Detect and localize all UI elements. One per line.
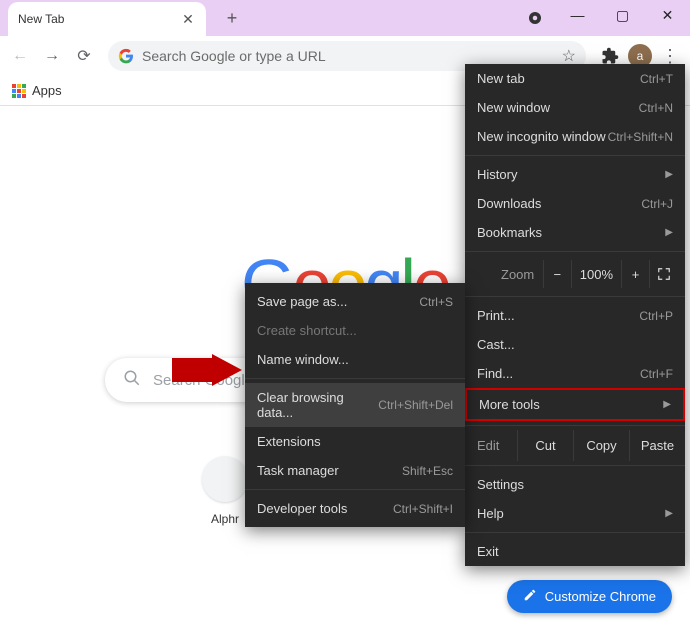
zoom-label: Zoom	[473, 267, 534, 282]
menu-edit-row: Edit Cut Copy Paste	[465, 430, 685, 461]
fullscreen-button[interactable]	[649, 260, 677, 288]
menu-zoom-row: Zoom − 100% +	[465, 256, 685, 292]
bookmark-star-icon[interactable]: ☆	[562, 46, 576, 66]
menu-separator	[465, 296, 685, 297]
menu-separator	[245, 378, 465, 379]
zoom-out-button[interactable]: −	[543, 260, 571, 288]
submenu-developer-tools[interactable]: Developer toolsCtrl+Shift+I	[245, 494, 465, 523]
menu-more-tools[interactable]: More tools▶	[465, 388, 685, 421]
window-controls: ― ▢ ✕	[555, 0, 690, 30]
submenu-task-manager[interactable]: Task managerShift+Esc	[245, 456, 465, 485]
menu-separator	[465, 251, 685, 252]
menu-new-window[interactable]: New windowCtrl+N	[465, 93, 685, 122]
edit-cut[interactable]: Cut	[517, 430, 573, 461]
google-g-icon	[118, 48, 134, 64]
reload-button[interactable]: ⟳	[70, 42, 98, 70]
pencil-icon	[523, 588, 537, 605]
submenu-save-page[interactable]: Save page as...Ctrl+S	[245, 287, 465, 316]
chevron-right-icon: ▶	[665, 227, 673, 238]
menu-separator	[465, 155, 685, 156]
submenu-create-shortcut[interactable]: Create shortcut...	[245, 316, 465, 345]
edit-paste[interactable]: Paste	[629, 430, 685, 461]
apps-label: Apps	[32, 83, 62, 98]
menu-downloads[interactable]: DownloadsCtrl+J	[465, 189, 685, 218]
profile-indicator-icon[interactable]	[525, 8, 545, 28]
omnibox-placeholder: Search Google or type a URL	[142, 48, 554, 64]
more-tools-submenu: Save page as...Ctrl+S Create shortcut...…	[245, 283, 465, 527]
annotation-arrow	[172, 354, 242, 391]
menu-exit[interactable]: Exit	[465, 537, 685, 566]
new-tab-button[interactable]: +	[220, 8, 244, 29]
menu-help[interactable]: Help▶	[465, 499, 685, 528]
menu-print[interactable]: Print...Ctrl+P	[465, 301, 685, 330]
forward-button[interactable]: →	[38, 42, 66, 70]
menu-separator	[465, 532, 685, 533]
menu-separator	[245, 489, 465, 490]
zoom-value: 100%	[571, 260, 621, 288]
menu-history[interactable]: History▶	[465, 160, 685, 189]
shortcut-favicon	[202, 456, 248, 502]
menu-find[interactable]: Find...Ctrl+F	[465, 359, 685, 388]
menu-new-incognito[interactable]: New incognito windowCtrl+Shift+N	[465, 122, 685, 151]
menu-cast[interactable]: Cast...	[465, 330, 685, 359]
chevron-right-icon: ▶	[665, 169, 673, 180]
apps-grid-icon	[12, 84, 26, 98]
edit-copy[interactable]: Copy	[573, 430, 629, 461]
zoom-in-button[interactable]: +	[621, 260, 649, 288]
titlebar: New Tab ✕ + ― ▢ ✕	[0, 0, 690, 36]
chevron-right-icon: ▶	[665, 508, 673, 519]
menu-separator	[465, 425, 685, 426]
close-window-button[interactable]: ✕	[645, 0, 690, 30]
menu-separator	[465, 465, 685, 466]
submenu-name-window[interactable]: Name window...	[245, 345, 465, 374]
customize-chrome-button[interactable]: Customize Chrome	[507, 580, 672, 613]
customize-label: Customize Chrome	[545, 589, 656, 604]
close-tab-icon[interactable]: ✕	[180, 11, 196, 27]
menu-settings[interactable]: Settings	[465, 470, 685, 499]
browser-tab[interactable]: New Tab ✕	[8, 2, 206, 36]
tab-title: New Tab	[18, 12, 180, 26]
apps-shortcut[interactable]: Apps	[12, 83, 62, 98]
search-icon	[123, 369, 141, 391]
menu-new-tab[interactable]: New tabCtrl+T	[465, 64, 685, 93]
submenu-extensions[interactable]: Extensions	[245, 427, 465, 456]
main-menu: New tabCtrl+T New windowCtrl+N New incog…	[465, 64, 685, 566]
edit-label: Edit	[465, 430, 517, 461]
menu-bookmarks[interactable]: Bookmarks▶	[465, 218, 685, 247]
chevron-right-icon: ▶	[663, 399, 671, 410]
back-button[interactable]: ←	[6, 42, 34, 70]
submenu-clear-browsing-data[interactable]: Clear browsing data...Ctrl+Shift+Del	[245, 383, 465, 427]
maximize-button[interactable]: ▢	[600, 0, 645, 30]
minimize-button[interactable]: ―	[555, 0, 600, 30]
shortcut-label: Alphr	[211, 512, 239, 526]
